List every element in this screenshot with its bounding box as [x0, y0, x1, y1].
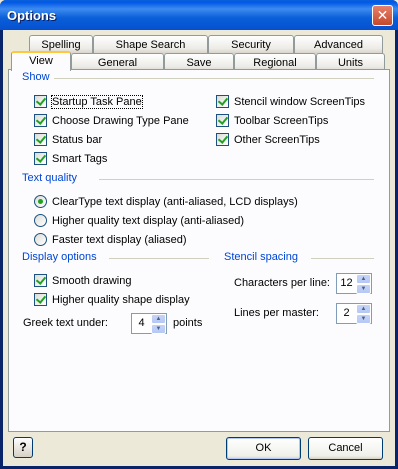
cleartype-radio[interactable]: ClearType text display (anti-aliased, LC…	[34, 195, 298, 208]
characters-per-line-spinner[interactable]: 12 ▲ ▼	[336, 273, 372, 294]
greek-text-value: 4	[138, 317, 145, 329]
title-bar[interactable]: Options ✕	[0, 0, 398, 30]
startup-task-pane-checkbox[interactable]: Startup Task Pane	[34, 94, 143, 109]
view-tab-panel: Show Startup Task Pane Choose Drawing Ty…	[8, 69, 390, 432]
checkbox-checked-icon	[34, 95, 47, 108]
stencil-spacing-group-label: Stencil spacing	[224, 251, 302, 263]
smart-tags-label: Smart Tags	[52, 152, 108, 165]
greek-text-spinner[interactable]: 4 ▲ ▼	[131, 313, 167, 334]
spin-up-icon[interactable]: ▲	[356, 304, 371, 314]
stencil-window-screentips-checkbox[interactable]: Stencil window ScreenTips	[216, 95, 365, 108]
tab-advanced[interactable]: Advanced	[294, 35, 383, 54]
spin-up-icon[interactable]: ▲	[356, 274, 371, 284]
spin-up-icon[interactable]: ▲	[151, 314, 166, 324]
spinner-arrows[interactable]: ▲ ▼	[356, 274, 371, 294]
toolbar-screentips-checkbox[interactable]: Toolbar ScreenTips	[216, 114, 328, 127]
text-quality-group-label: Text quality	[22, 172, 82, 184]
window-title: Options	[7, 8, 57, 23]
ok-button[interactable]: OK	[226, 437, 301, 460]
smart-tags-checkbox[interactable]: Smart Tags	[34, 152, 107, 165]
greek-text-units: points	[173, 317, 203, 329]
lines-per-master-label: Lines per master:	[234, 307, 319, 319]
spin-down-icon[interactable]: ▼	[356, 284, 371, 294]
choose-drawing-type-pane-checkbox[interactable]: Choose Drawing Type Pane	[34, 114, 189, 127]
spin-down-icon[interactable]: ▼	[151, 324, 166, 334]
spin-down-icon[interactable]: ▼	[356, 314, 371, 324]
higher-quality-text-radio[interactable]: Higher quality text display (anti-aliase…	[34, 214, 244, 227]
higher-quality-shape-label: Higher quality shape display	[52, 293, 190, 306]
cancel-button[interactable]: Cancel	[308, 437, 383, 460]
lines-per-master-value: 2	[343, 307, 350, 319]
show-group-divider	[54, 78, 374, 79]
other-screentips-checkbox[interactable]: Other ScreenTips	[216, 133, 320, 146]
dialog-body: Spelling Shape Search Security Advanced …	[3, 30, 395, 466]
tab-shape-search[interactable]: Shape Search	[93, 35, 208, 54]
checkbox-checked-icon	[34, 114, 47, 127]
higher-quality-text-label: Higher quality text display (anti-aliase…	[52, 214, 244, 227]
show-group-label: Show	[22, 71, 54, 83]
checkbox-checked-icon	[216, 133, 229, 146]
smooth-drawing-label: Smooth drawing	[52, 274, 132, 287]
smooth-drawing-checkbox[interactable]: Smooth drawing	[34, 274, 132, 287]
faster-text-radio[interactable]: Faster text display (aliased)	[34, 233, 187, 246]
cleartype-label: ClearType text display (anti-aliased, LC…	[52, 195, 298, 208]
stencil-spacing-group-divider	[311, 258, 374, 259]
display-options-group-label: Display options	[22, 251, 101, 263]
help-icon: ?	[19, 440, 27, 454]
characters-per-line-value: 12	[340, 277, 353, 289]
characters-per-line-label: Characters per line:	[234, 277, 330, 289]
help-button[interactable]: ?	[13, 437, 33, 458]
tab-view[interactable]: View	[11, 51, 71, 71]
toolbar-screentips-label: Toolbar ScreenTips	[234, 114, 329, 127]
greek-text-label: Greek text under:	[23, 317, 108, 329]
faster-text-label: Faster text display (aliased)	[52, 233, 187, 246]
checkbox-checked-icon	[34, 152, 47, 165]
close-button[interactable]: ✕	[372, 5, 393, 26]
options-window: Options ✕ Spelling Shape Search Security…	[0, 0, 398, 469]
checkbox-checked-icon	[34, 274, 47, 287]
display-options-group-divider	[109, 258, 209, 259]
text-quality-group-divider	[99, 179, 374, 180]
lines-per-master-spinner[interactable]: 2 ▲ ▼	[336, 303, 372, 324]
choose-drawing-type-pane-label: Choose Drawing Type Pane	[52, 114, 189, 127]
radio-selected-icon	[34, 195, 47, 208]
close-icon: ✕	[376, 7, 389, 23]
spinner-arrows[interactable]: ▲ ▼	[151, 314, 166, 334]
other-screentips-label: Other ScreenTips	[234, 133, 320, 146]
checkbox-checked-icon	[216, 114, 229, 127]
tab-security[interactable]: Security	[208, 35, 294, 54]
spinner-arrows[interactable]: ▲ ▼	[356, 304, 371, 324]
checkbox-checked-icon	[34, 293, 47, 306]
stencil-window-screentips-label: Stencil window ScreenTips	[234, 95, 366, 108]
checkbox-checked-icon	[216, 95, 229, 108]
higher-quality-shape-checkbox[interactable]: Higher quality shape display	[34, 293, 190, 306]
radio-unselected-icon	[34, 233, 47, 246]
startup-task-pane-label: Startup Task Pane	[51, 94, 143, 109]
status-bar-label: Status bar	[52, 133, 103, 146]
radio-unselected-icon	[34, 214, 47, 227]
status-bar-checkbox[interactable]: Status bar	[34, 133, 102, 146]
checkbox-checked-icon	[34, 133, 47, 146]
